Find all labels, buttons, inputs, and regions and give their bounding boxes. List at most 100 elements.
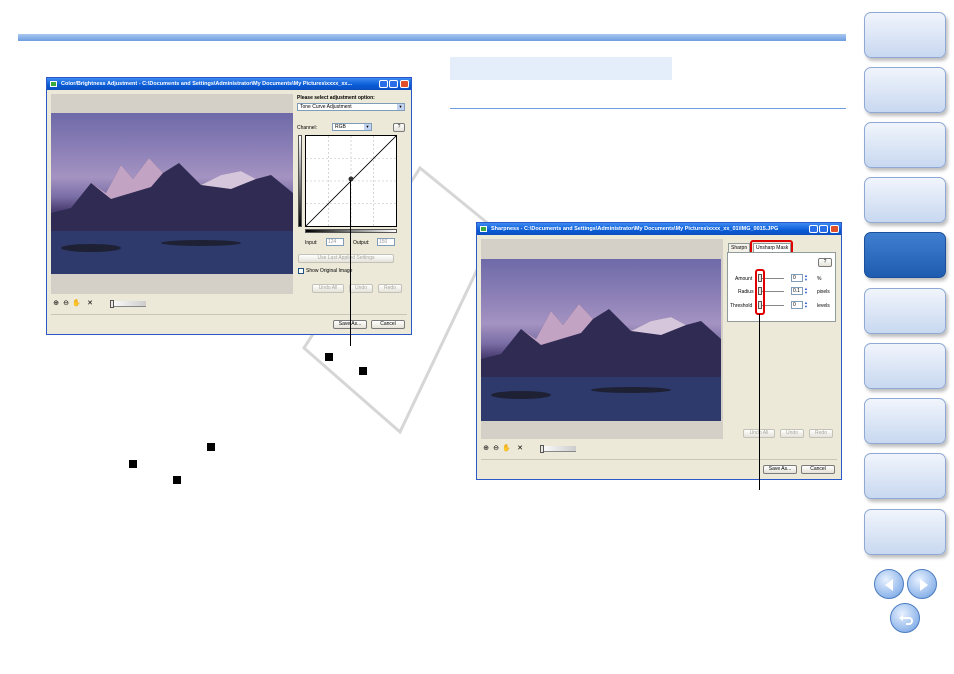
step-marker bbox=[325, 353, 333, 361]
amount-label: Amount bbox=[735, 276, 753, 282]
zoom-slider[interactable] bbox=[540, 445, 576, 453]
minimize-button[interactable] bbox=[379, 80, 388, 88]
radius-spin-arrows[interactable]: ▲ ▼ bbox=[804, 287, 810, 295]
prev-page-button[interactable] bbox=[874, 569, 904, 599]
return-icon bbox=[899, 615, 913, 625]
step-marker bbox=[207, 443, 215, 451]
slider-thumb[interactable] bbox=[540, 445, 544, 453]
radius-value-field[interactable]: 0.1 bbox=[791, 287, 803, 295]
sharp-window-titlebar: Sharpness - C:\Documents and Settings\Ad… bbox=[477, 223, 841, 235]
return-button[interactable] bbox=[890, 603, 920, 633]
nav-tab-6[interactable] bbox=[864, 288, 946, 334]
undo-all-button[interactable]: Undo All bbox=[312, 284, 344, 293]
show-original-checkbox[interactable] bbox=[298, 268, 304, 274]
radius-label: Radius bbox=[738, 289, 754, 295]
maximize-button[interactable] bbox=[389, 80, 398, 88]
nav-tab-5-active[interactable] bbox=[864, 232, 946, 278]
zoom-out-icon[interactable]: ⊖ bbox=[62, 300, 70, 308]
step-marker bbox=[359, 367, 367, 375]
zoom-slider[interactable] bbox=[110, 300, 146, 308]
zoom-in-icon[interactable]: ⊕ bbox=[52, 300, 60, 308]
section-heading-rule bbox=[450, 108, 846, 109]
output-value-field[interactable]: 150 bbox=[377, 238, 395, 246]
option-label: Please select adjustment option: bbox=[297, 95, 375, 101]
radius-unit: pixels bbox=[817, 289, 830, 295]
tab-sharpness[interactable]: Sharpn bbox=[728, 243, 751, 252]
hand-icon[interactable]: ✋ bbox=[502, 445, 511, 453]
channel-label: Channel: bbox=[297, 125, 318, 131]
redo-button[interactable]: Redo bbox=[809, 429, 833, 438]
amount-unit: % bbox=[817, 276, 822, 282]
nav-tab-1[interactable] bbox=[864, 12, 946, 58]
close-button[interactable] bbox=[830, 225, 839, 233]
channel-select[interactable]: RGB ▼ bbox=[332, 123, 372, 131]
zoom-toolbar: ⊕ ⊖ ✋ ✕ bbox=[52, 300, 152, 308]
landscape-photo bbox=[51, 113, 293, 274]
output-label: Output: bbox=[353, 240, 370, 246]
header-rule bbox=[18, 34, 846, 41]
maximize-button[interactable] bbox=[819, 225, 828, 233]
app-icon bbox=[50, 81, 57, 87]
fit-window-icon[interactable]: ✕ bbox=[86, 300, 94, 308]
landscape-photo bbox=[481, 259, 721, 421]
zoom-toolbar: ⊕ ⊖ ✋ ✕ bbox=[482, 445, 582, 453]
cancel-button[interactable]: Cancel bbox=[801, 465, 835, 474]
nav-tab-8[interactable] bbox=[864, 398, 946, 444]
undo-button[interactable]: Undo bbox=[780, 429, 804, 438]
nav-tab-2[interactable] bbox=[864, 67, 946, 113]
zoom-in-icon[interactable]: ⊕ bbox=[482, 445, 490, 453]
nav-tab-4[interactable] bbox=[864, 177, 946, 223]
input-label: Input: bbox=[305, 240, 318, 246]
option-value: Tone Curve Adjustment bbox=[300, 104, 352, 110]
threshold-label: Threshold bbox=[730, 303, 753, 309]
sliders-highlight bbox=[755, 269, 765, 315]
input-gradient-bar bbox=[298, 135, 302, 227]
zoom-out-icon[interactable]: ⊖ bbox=[492, 445, 500, 453]
adjustment-option-select[interactable]: Tone Curve Adjustment ▼ bbox=[297, 103, 405, 111]
minimize-button[interactable] bbox=[809, 225, 818, 233]
threshold-unit: levels bbox=[817, 303, 830, 309]
next-page-button[interactable] bbox=[907, 569, 937, 599]
output-gradient-bar bbox=[305, 229, 397, 233]
section-heading-box bbox=[450, 57, 672, 80]
chevron-down-icon: ▼ bbox=[397, 104, 404, 110]
color-brightness-window: Color/Brightness Adjustment - C:\Documen… bbox=[46, 77, 412, 335]
nav-tab-7[interactable] bbox=[864, 343, 946, 389]
use-last-applied-button[interactable]: Use Last Applied Settings bbox=[298, 254, 394, 263]
tone-curve-graph[interactable] bbox=[305, 135, 397, 227]
show-original-label: Show Original Image bbox=[306, 268, 353, 274]
nav-tab-3[interactable] bbox=[864, 122, 946, 168]
close-button[interactable] bbox=[400, 80, 409, 88]
help-button[interactable]: ? bbox=[393, 123, 405, 132]
window-footer-line bbox=[481, 459, 837, 460]
nav-tab-9[interactable] bbox=[864, 453, 946, 499]
threshold-value-field[interactable]: 0 bbox=[791, 301, 803, 309]
chevron-down-icon: ▼ bbox=[364, 124, 371, 130]
sharp-window-title: Sharpness - C:\Documents and Settings\Ad… bbox=[491, 226, 779, 232]
step-marker bbox=[173, 476, 181, 484]
hand-icon[interactable]: ✋ bbox=[72, 300, 81, 308]
sharpness-window: Sharpness - C:\Documents and Settings\Ad… bbox=[476, 222, 842, 480]
left-arrow-icon bbox=[885, 579, 893, 591]
nav-tab-10[interactable] bbox=[864, 509, 946, 555]
app-icon bbox=[480, 226, 487, 232]
color-window-titlebar: Color/Brightness Adjustment - C:\Documen… bbox=[47, 78, 411, 90]
step-marker bbox=[129, 460, 137, 468]
slider-thumb[interactable] bbox=[110, 300, 114, 308]
callout-line-curve bbox=[350, 180, 351, 346]
help-button[interactable]: ? bbox=[818, 258, 832, 267]
window-footer-line bbox=[51, 314, 407, 315]
threshold-spin-arrows[interactable]: ▲ ▼ bbox=[804, 301, 810, 309]
fit-window-icon[interactable]: ✕ bbox=[516, 445, 524, 453]
save-as-button[interactable]: Save As... bbox=[763, 465, 797, 474]
amount-value-field[interactable]: 0 bbox=[791, 274, 803, 282]
callout-line-sliders bbox=[759, 314, 760, 490]
channel-value: RGB bbox=[335, 124, 346, 130]
redo-button[interactable]: Redo bbox=[378, 284, 402, 293]
color-window-title: Color/Brightness Adjustment - C:\Documen… bbox=[61, 81, 353, 87]
undo-button[interactable]: Undo bbox=[349, 284, 373, 293]
cancel-button[interactable]: Cancel bbox=[371, 320, 405, 329]
input-value-field[interactable]: 124 bbox=[326, 238, 344, 246]
right-arrow-icon bbox=[920, 579, 928, 591]
amount-spin-arrows[interactable]: ▲ ▼ bbox=[804, 274, 810, 282]
